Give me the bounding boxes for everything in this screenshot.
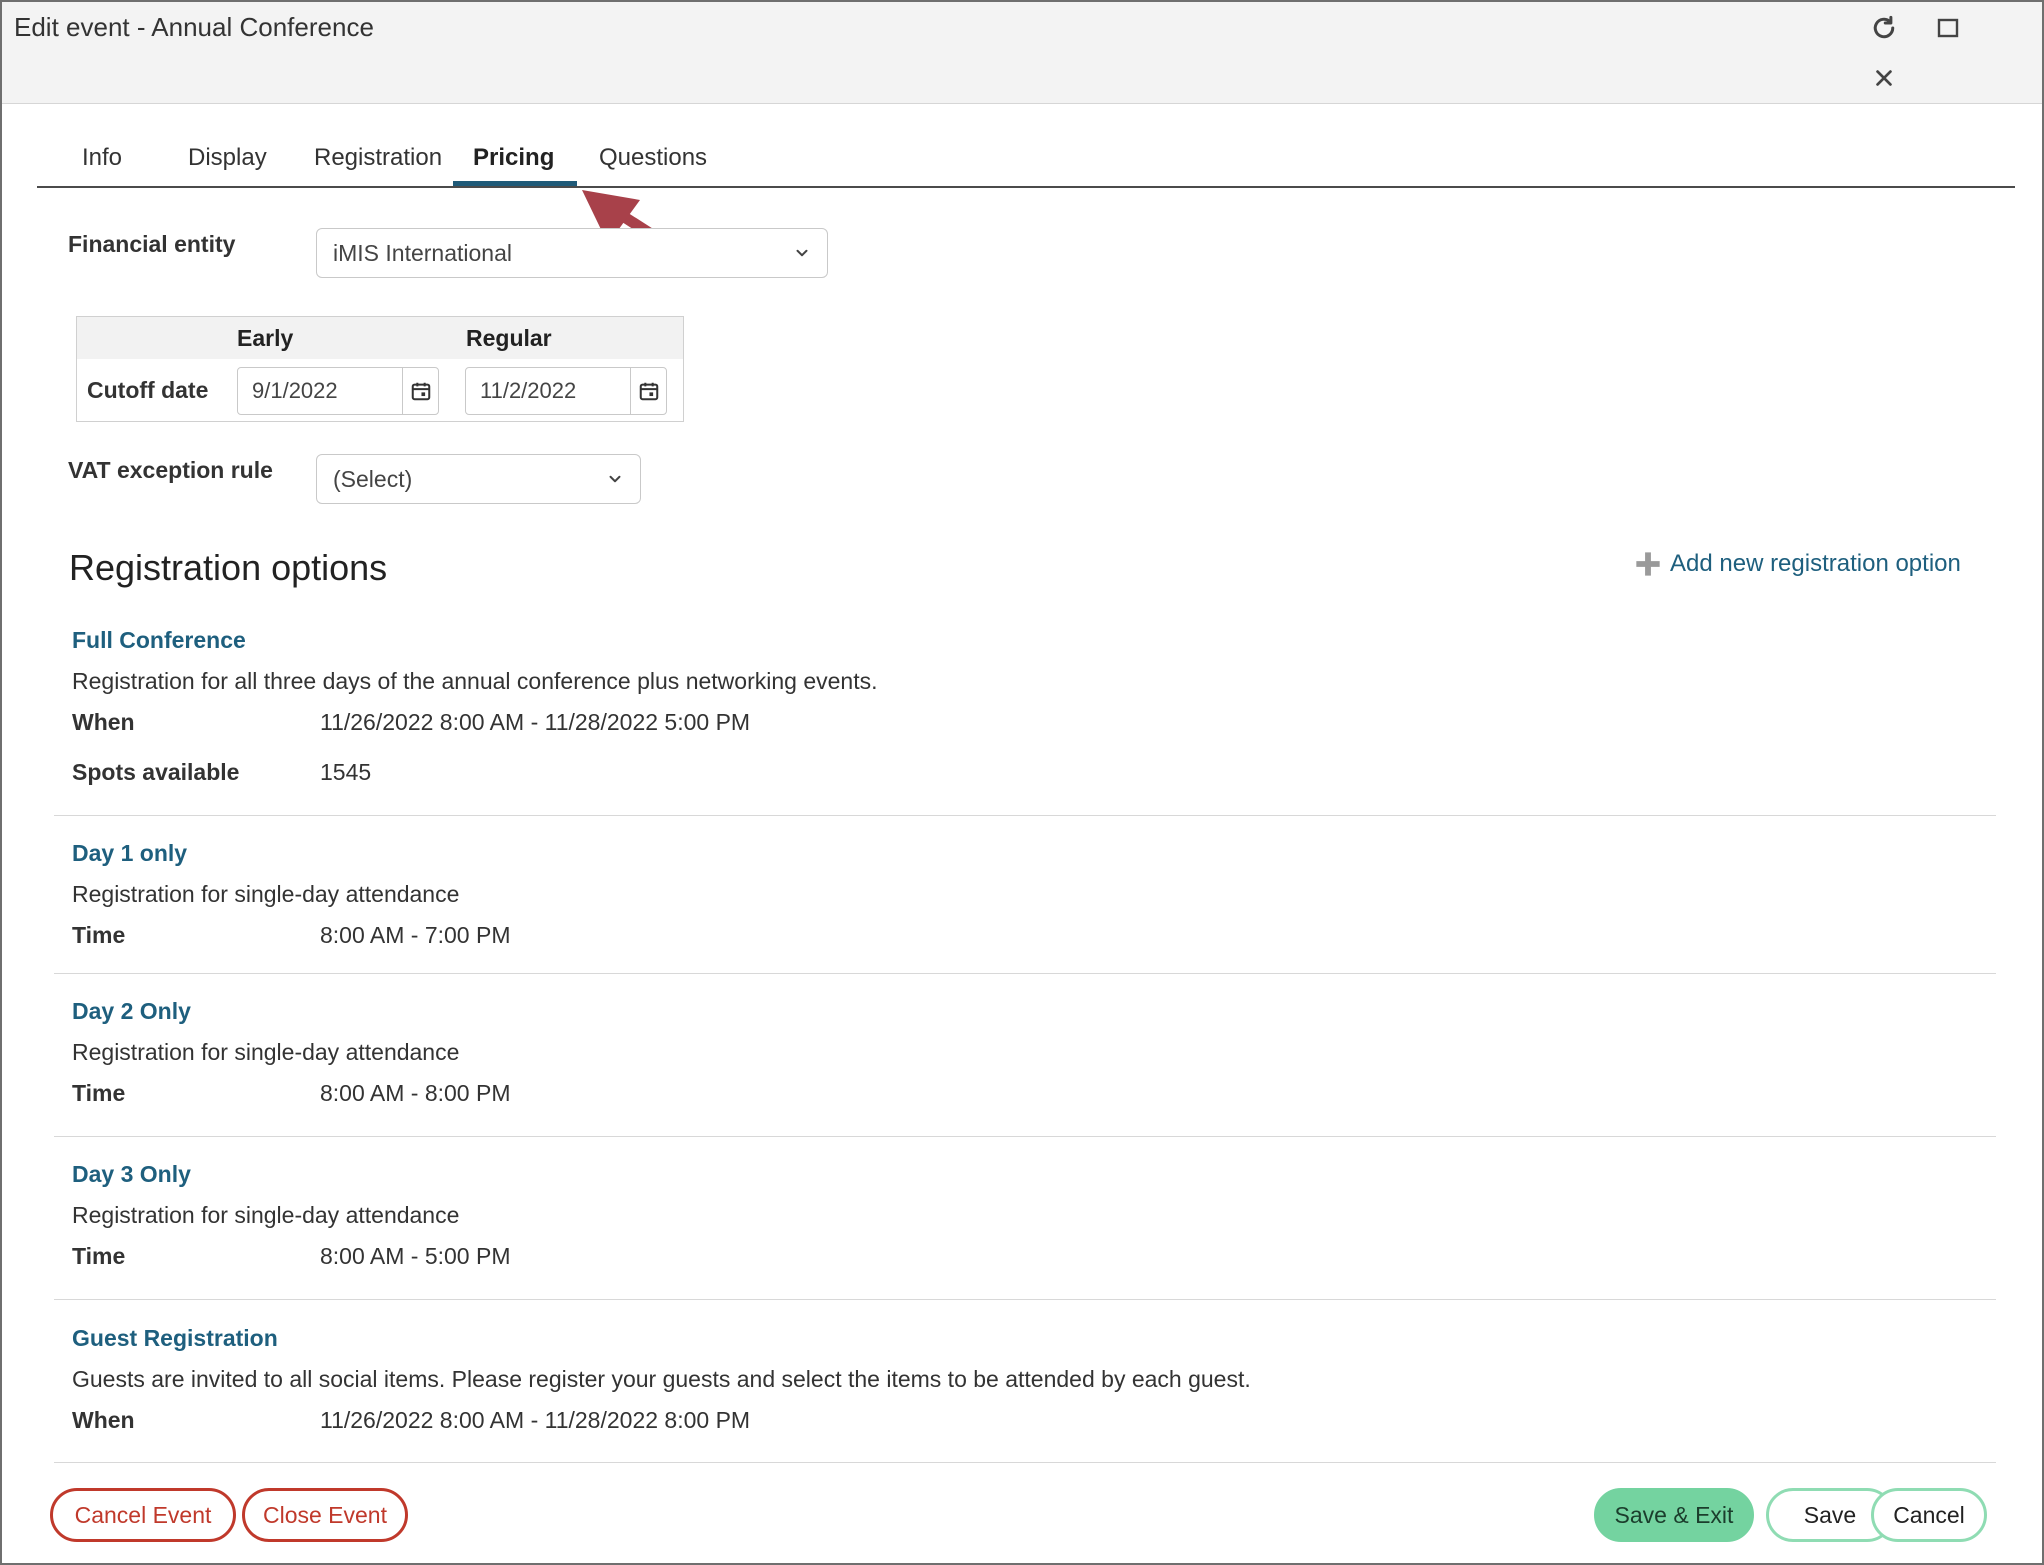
option-name-link[interactable]: Full Conference xyxy=(72,627,246,654)
calendar-icon xyxy=(411,382,430,401)
close-event-button[interactable]: Close Event xyxy=(242,1488,408,1542)
maximize-icon xyxy=(1937,18,1959,38)
option-time-label: Time xyxy=(72,1080,126,1106)
regular-date-value: 11/2/2022 xyxy=(480,378,577,403)
option-description: Guests are invited to all social items. … xyxy=(72,1366,1251,1392)
cutoff-date-table: Early Regular Cutoff date 9/1/2022 11/2/… xyxy=(76,316,684,422)
regular-date-input[interactable]: 11/2/2022 xyxy=(465,367,667,415)
option-when-label: When xyxy=(72,1407,135,1433)
tab-bar: Info Display Registration Pricing Questi… xyxy=(37,134,2015,188)
option-description: Registration for single-day attendance xyxy=(72,1202,460,1228)
option-name-link[interactable]: Day 2 Only xyxy=(72,998,191,1025)
option-time-value: 8:00 AM - 7:00 PM xyxy=(320,922,511,948)
option-when-label: When xyxy=(72,709,135,735)
option-when-value: 11/26/2022 8:00 AM - 11/28/2022 5:00 PM xyxy=(320,709,751,735)
option-description: Registration for single-day attendance xyxy=(72,881,460,907)
early-date-value: 9/1/2022 xyxy=(252,378,338,403)
dialog-window: Edit event - Annual Conference Info Disp… xyxy=(0,0,2044,1565)
tab-display[interactable]: Display xyxy=(168,140,287,186)
registration-option-item: Day 3 Only Registration for single-day a… xyxy=(54,1157,1996,1300)
option-time-label: Time xyxy=(72,1243,126,1269)
financial-entity-select[interactable]: iMIS International xyxy=(316,228,828,278)
option-description: Registration for single-day attendance xyxy=(72,1039,460,1065)
regular-calendar-button[interactable] xyxy=(630,368,666,414)
tab-pricing[interactable]: Pricing xyxy=(453,140,577,186)
maximize-button[interactable] xyxy=(1928,8,1968,48)
option-when-value: 11/26/2022 8:00 AM - 11/28/2022 8:00 PM xyxy=(320,1407,751,1433)
refresh-button[interactable] xyxy=(1864,8,1904,48)
regular-column-header: Regular xyxy=(466,325,552,351)
registration-options-title: Registration options xyxy=(69,547,388,588)
vat-exception-select[interactable]: (Select) xyxy=(316,454,641,504)
title-bar: Edit event - Annual Conference xyxy=(2,2,2042,104)
save-exit-button[interactable]: Save & Exit xyxy=(1594,1488,1754,1542)
close-icon xyxy=(1876,70,1892,86)
option-spots-value: 1545 xyxy=(320,759,372,785)
window-title: Edit event - Annual Conference xyxy=(14,12,374,42)
registration-option-item: Guest Registration Guests are invited to… xyxy=(54,1321,1996,1463)
option-spots-label: Spots available xyxy=(72,759,240,785)
chevron-down-icon xyxy=(609,475,621,483)
registration-option-item: Day 1 only Registration for single-day a… xyxy=(54,836,1996,974)
tab-info[interactable]: Info xyxy=(62,140,142,186)
close-button[interactable] xyxy=(1864,58,1904,98)
calendar-icon xyxy=(639,382,658,401)
tab-registration[interactable]: Registration xyxy=(294,140,462,186)
option-time-label: Time xyxy=(72,922,126,948)
option-name-link[interactable]: Day 1 only xyxy=(72,840,187,867)
early-date-input[interactable]: 9/1/2022 xyxy=(237,367,439,415)
add-registration-option-link[interactable]: Add new registration option xyxy=(1634,550,1961,578)
option-time-value: 8:00 AM - 5:00 PM xyxy=(320,1243,511,1269)
cancel-button[interactable]: Cancel xyxy=(1871,1488,1987,1542)
early-column-header: Early xyxy=(237,325,294,351)
add-registration-option-label: Add new registration option xyxy=(1670,550,1961,577)
plus-icon xyxy=(1636,552,1660,576)
refresh-icon xyxy=(1873,15,1895,39)
financial-entity-label: Financial entity xyxy=(68,231,236,257)
cutoff-header-row: Early Regular xyxy=(77,317,683,359)
vat-exception-value: (Select) xyxy=(333,465,413,492)
financial-entity-value: iMIS International xyxy=(333,239,512,266)
chevron-down-icon xyxy=(796,249,808,257)
tab-questions[interactable]: Questions xyxy=(579,140,727,186)
registration-option-item: Day 2 Only Registration for single-day a… xyxy=(54,994,1996,1137)
option-description: Registration for all three days of the a… xyxy=(72,668,878,694)
option-time-value: 8:00 AM - 8:00 PM xyxy=(320,1080,511,1106)
option-name-link[interactable]: Guest Registration xyxy=(72,1325,278,1352)
cancel-event-button[interactable]: Cancel Event xyxy=(50,1488,236,1542)
vat-exception-label: VAT exception rule xyxy=(68,457,273,483)
early-calendar-button[interactable] xyxy=(402,368,438,414)
registration-option-item: Full Conference Registration for all thr… xyxy=(54,622,1996,816)
cutoff-date-label: Cutoff date xyxy=(87,377,209,403)
option-name-link[interactable]: Day 3 Only xyxy=(72,1161,191,1188)
